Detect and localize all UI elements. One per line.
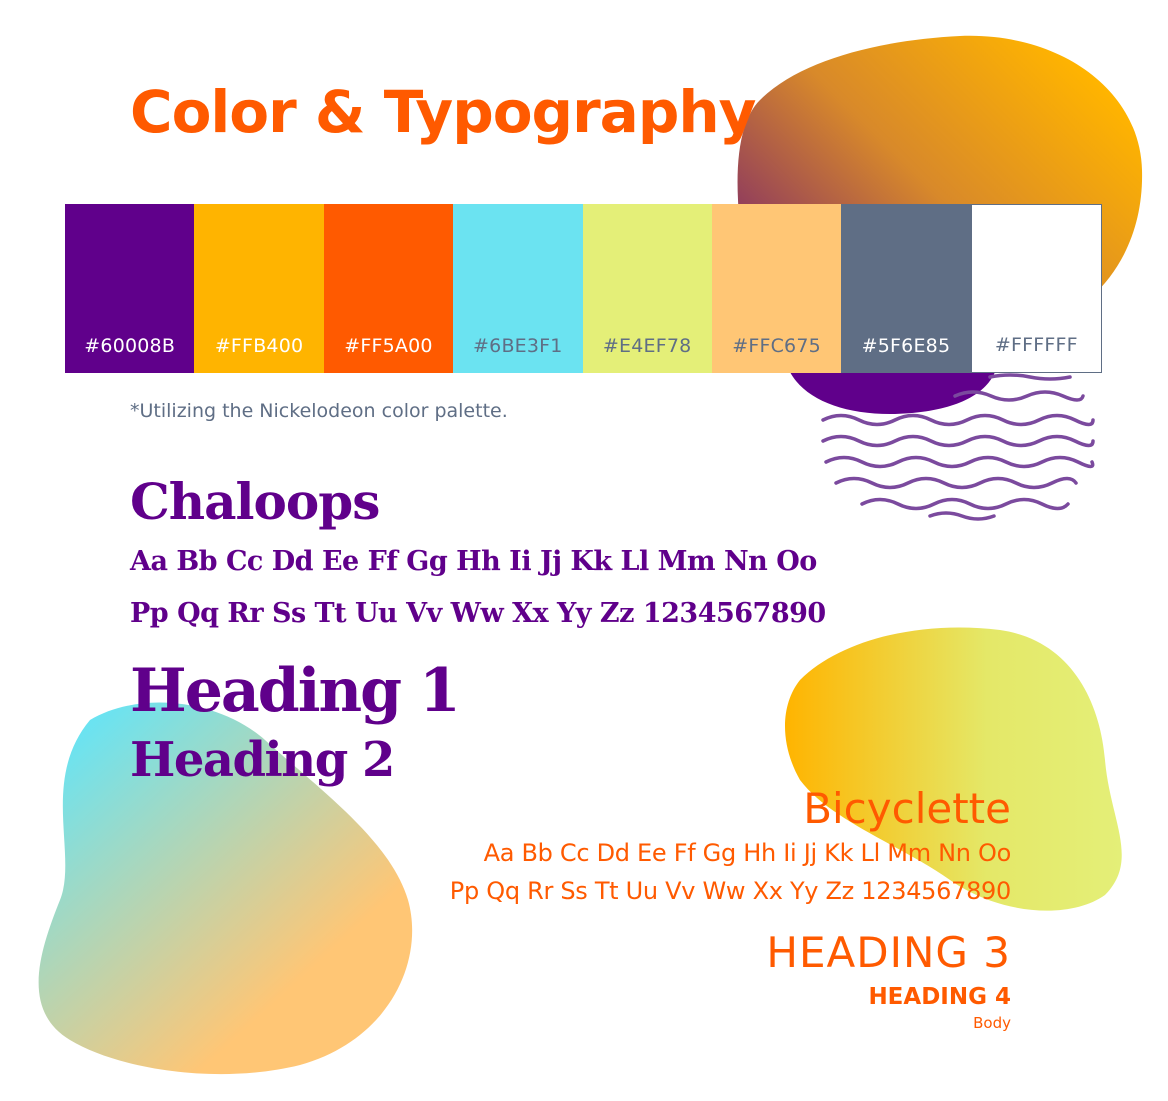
heading4-sample: HEADING 4 (868, 984, 1011, 1010)
font2-alphabet-line2: Pp Qq Rr Ss Tt Uu Vv Ww Xx Yy Zz 1234567… (449, 877, 1012, 905)
swatch-cyan: #6BE3F1 (453, 204, 583, 373)
body-sample: Body (973, 1014, 1011, 1032)
heading2-sample: Heading 2 (130, 732, 395, 788)
swatch-hex-label: #5F6E85 (861, 335, 951, 357)
swatch-hex-label: #E4EF78 (602, 335, 692, 357)
font2-alphabet-line1: Aa Bb Cc Dd Ee Ff Gg Hh Ii Jj Kk Ll Mm N… (483, 839, 1012, 867)
font1-alphabet-line2: Pp Qq Rr Ss Tt Uu Vv Ww Xx Yy Zz 1234567… (130, 598, 826, 629)
swatch-purple: #60008B (65, 204, 195, 373)
color-palette: #60008B #FFB400 #FF5A00 #6BE3F1 #E4EF78 … (65, 204, 1102, 373)
swatch-hex-label: #FFB400 (214, 335, 304, 357)
font1-name: Chaloops (130, 472, 380, 531)
swatch-slate: #5F6E85 (841, 204, 971, 373)
swatch-hex-label: #6BE3F1 (473, 335, 563, 357)
font1-alphabet-line1: Aa Bb Cc Dd Ee Ff Gg Hh Ii Jj Kk Ll Mm N… (130, 546, 817, 577)
swatch-peach: #FFC675 (711, 204, 842, 373)
page-title: Color & Typography (130, 78, 756, 146)
swatch-amber: #FFB400 (194, 204, 324, 373)
swatch-lime: #E4EF78 (582, 204, 712, 373)
font2-name: Bicyclette (803, 784, 1011, 833)
swatch-hex-label: #60008B (84, 335, 176, 357)
heading3-sample: HEADING 3 (766, 928, 1011, 977)
swatch-hex-label: #FFC675 (732, 335, 821, 357)
swatch-hex-label: #FFFFFF (994, 334, 1078, 356)
palette-note: *Utilizing the Nickelodeon color palette… (130, 400, 508, 422)
swatch-hex-label: #FF5A00 (344, 335, 433, 357)
swatch-white: #FFFFFF (970, 204, 1102, 373)
heading1-sample: Heading 1 (130, 656, 461, 726)
right-blob (785, 627, 1122, 911)
swatch-orange: #FF5A00 (323, 204, 454, 373)
